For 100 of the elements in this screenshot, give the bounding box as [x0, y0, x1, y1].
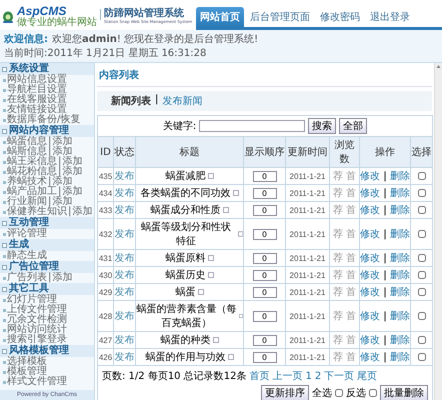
- add-link[interactable]: 添加: [62, 167, 82, 177]
- row-checkbox[interactable]: [418, 336, 426, 344]
- menu-link[interactable]: 网站访问统计: [7, 325, 67, 335]
- search-button[interactable]: 全部: [339, 118, 368, 134]
- edit-link[interactable]: 修改: [360, 229, 380, 240]
- flag-link[interactable]: 荐: [332, 205, 343, 216]
- order-field[interactable]: 0: [252, 270, 276, 280]
- status-link[interactable]: 发布: [114, 218, 136, 250]
- page-link[interactable]: 2: [314, 370, 322, 382]
- update-order-button[interactable]: 更新排序: [261, 385, 309, 400]
- menu-link[interactable]: 上传文件管理: [7, 305, 67, 315]
- keyword-field[interactable]: [199, 120, 306, 132]
- flag-link[interactable]: 首: [346, 229, 356, 240]
- menu-link[interactable]: 养蜗技术: [7, 177, 47, 187]
- menu-link[interactable]: 蜗蛋信息: [7, 137, 47, 147]
- flag-link[interactable]: 首: [346, 171, 356, 182]
- nav-tab[interactable]: 修改密码: [316, 7, 364, 27]
- delete-link[interactable]: 删除: [390, 335, 410, 346]
- scrollbar[interactable]: [434, 63, 442, 400]
- menu-link[interactable]: 冗余文件检测: [7, 315, 67, 325]
- status-link[interactable]: 发布: [114, 266, 136, 284]
- order-field[interactable]: 0: [252, 310, 276, 322]
- order-field[interactable]: 0: [252, 228, 276, 240]
- edit-link[interactable]: 修改: [360, 287, 380, 298]
- row-checkbox[interactable]: [418, 230, 426, 238]
- menu-link[interactable]: 在线客服设置: [7, 95, 67, 105]
- edit-link[interactable]: 修改: [360, 171, 380, 182]
- menu-link[interactable]: 蜗产品加工: [7, 187, 57, 197]
- menu-link[interactable]: 搜索引擎登录: [7, 335, 67, 345]
- flag-link[interactable]: 首: [346, 335, 356, 346]
- menu-link[interactable]: 幻灯片管理: [7, 295, 57, 305]
- flag-link[interactable]: 首: [346, 253, 356, 264]
- delete-link[interactable]: 删除: [390, 270, 410, 281]
- delete-link[interactable]: 删除: [390, 287, 410, 298]
- flag-link[interactable]: 首: [346, 188, 356, 199]
- menu-link[interactable]: 网站信息设置: [7, 75, 67, 85]
- flag-link[interactable]: 荐: [332, 253, 343, 264]
- add-link[interactable]: 添加: [62, 157, 82, 167]
- add-link[interactable]: 添加: [52, 273, 72, 283]
- menu-link[interactable]: 模板管理: [7, 367, 47, 377]
- status-link[interactable]: 发布: [114, 184, 136, 202]
- menu-link[interactable]: 导航栏目设置: [7, 85, 67, 95]
- delete-link[interactable]: 删除: [390, 171, 410, 182]
- menu-link[interactable]: 保健养生知识: [7, 207, 67, 217]
- status-link[interactable]: 发布: [114, 348, 136, 366]
- add-link[interactable]: 添加: [62, 187, 82, 197]
- flag-link[interactable]: 首: [346, 287, 356, 298]
- page-link[interactable]: 下一页: [324, 369, 354, 383]
- flag-link[interactable]: 首: [346, 270, 356, 281]
- flag-link[interactable]: 荐: [332, 335, 343, 346]
- menu-link[interactable]: 蜗花粉信息: [7, 167, 57, 177]
- delete-link[interactable]: 删除: [390, 229, 410, 240]
- flag-link[interactable]: 荐: [332, 229, 343, 240]
- sub-tab[interactable]: 新闻列表: [111, 94, 151, 108]
- edit-link[interactable]: 修改: [360, 270, 380, 281]
- status-link[interactable]: 发布: [114, 168, 136, 184]
- row-checkbox[interactable]: [418, 254, 426, 262]
- order-field[interactable]: 0: [252, 188, 276, 198]
- row-checkbox[interactable]: [418, 270, 426, 279]
- select-all-checkbox[interactable]: [335, 389, 343, 397]
- menu-link[interactable]: 数据库备份/恢复: [7, 115, 80, 125]
- order-field[interactable]: 0: [252, 252, 276, 264]
- status-link[interactable]: 发布: [114, 332, 136, 348]
- add-link[interactable]: 添加: [52, 137, 72, 147]
- menu-link[interactable]: 样式文件管理: [7, 377, 67, 387]
- row-checkbox[interactable]: [418, 352, 426, 361]
- flag-link[interactable]: 荐: [332, 171, 343, 182]
- edit-link[interactable]: 修改: [360, 352, 380, 363]
- add-link[interactable]: 添加: [52, 177, 72, 187]
- batch-delete-button[interactable]: 批量删除: [380, 385, 428, 400]
- flag-link[interactable]: 首: [346, 205, 356, 216]
- order-field[interactable]: 0: [252, 170, 276, 182]
- flag-link[interactable]: 首: [346, 352, 356, 363]
- nav-tab[interactable]: 退出登录: [366, 7, 414, 27]
- row-checkbox[interactable]: [418, 172, 426, 180]
- edit-link[interactable]: 修改: [360, 311, 380, 322]
- row-checkbox[interactable]: [418, 206, 426, 214]
- invert-selection-checkbox[interactable]: [369, 389, 377, 397]
- menu-link[interactable]: 评论管理: [7, 229, 47, 239]
- order-field[interactable]: 0: [252, 352, 276, 362]
- add-link[interactable]: 添加: [52, 197, 72, 207]
- add-link[interactable]: 添加: [72, 207, 92, 217]
- flag-link[interactable]: 首: [346, 311, 356, 322]
- status-link[interactable]: 发布: [114, 284, 136, 300]
- delete-link[interactable]: 删除: [390, 311, 410, 322]
- nav-tab[interactable]: 后台管理页面: [246, 7, 314, 27]
- flag-link[interactable]: 荐: [332, 311, 343, 322]
- search-button[interactable]: 搜索: [308, 118, 336, 134]
- delete-link[interactable]: 删除: [390, 253, 410, 264]
- order-field[interactable]: 0: [252, 204, 276, 216]
- row-checkbox[interactable]: [418, 188, 426, 197]
- status-link[interactable]: 发布: [114, 250, 136, 266]
- menu-link[interactable]: 友情链接设置: [7, 105, 67, 115]
- flag-link[interactable]: 荐: [332, 352, 343, 363]
- menu-link[interactable]: 选择模板: [7, 357, 47, 367]
- flag-link[interactable]: 荐: [332, 287, 343, 298]
- edit-link[interactable]: 修改: [360, 335, 380, 346]
- menu-link[interactable]: 蜗王采信息: [7, 157, 57, 167]
- page-link[interactable]: 尾页: [357, 369, 378, 383]
- flag-link[interactable]: 荐: [332, 270, 343, 281]
